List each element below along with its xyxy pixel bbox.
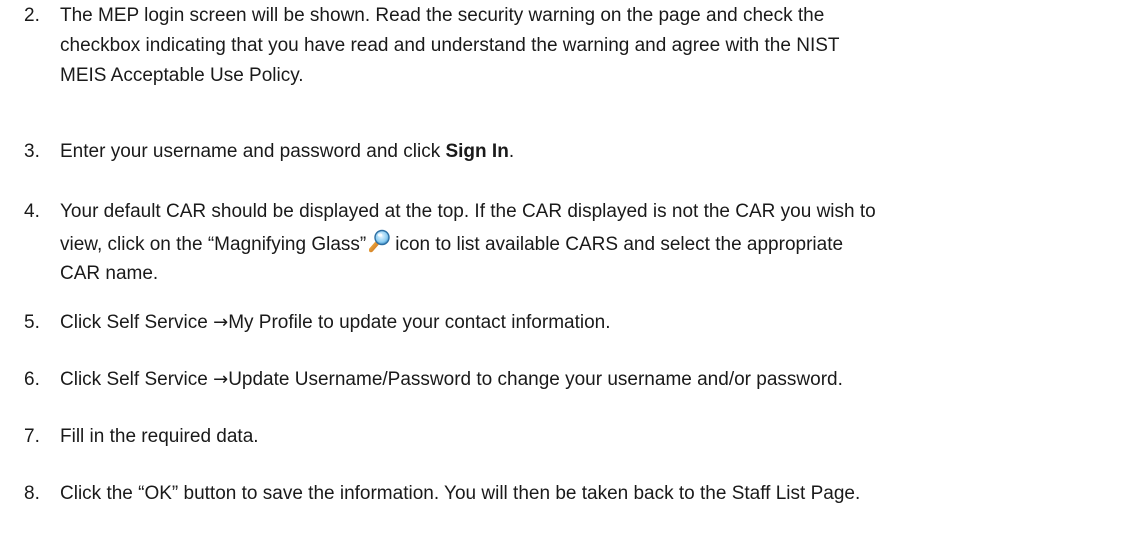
step-number: 7.	[24, 426, 40, 447]
magnifying-glass-icon	[368, 229, 391, 253]
step-text-line: checkbox indicating that you have read a…	[60, 35, 840, 56]
step-5: 5. Click Self Service →My Profile to upd…	[24, 309, 1134, 337]
step-text-pre: view, click on the “Magnifying Glass”	[60, 234, 367, 255]
step-3: 3. Enter your username and password and …	[24, 138, 1134, 166]
step-text-line: CAR name.	[60, 263, 159, 284]
step-text-post: My Profile to update your contact inform…	[228, 312, 611, 333]
step-text-line: The MEP login screen will be shown. Read…	[60, 5, 825, 26]
step-text-post: icon to list available CARS and select t…	[395, 234, 844, 255]
step-number: 4.	[24, 201, 40, 222]
step-number: 5.	[24, 312, 40, 333]
step-text-pre: Click Self Service	[60, 369, 214, 390]
right-arrow-icon: →	[213, 312, 229, 333]
step-number: 2.	[24, 5, 40, 26]
step-text: Fill in the required data.	[60, 426, 259, 447]
step-text-line: view, click on the “Magnifying Glass” ic	[60, 229, 1134, 259]
step-text-post: .	[508, 141, 515, 162]
sign-in-label: Sign In	[445, 141, 509, 162]
step-text-post: Update Username/Password to change your …	[228, 369, 843, 390]
step-number: 3.	[24, 141, 40, 162]
step-number: 8.	[24, 483, 40, 504]
step-text: Click Self Service →Update Username/Pass…	[60, 366, 1134, 394]
step-text-line: MEIS Acceptable Use Policy.	[60, 65, 304, 86]
step-text: Click Self Service →My Profile to update…	[60, 309, 1134, 337]
right-arrow-icon: →	[213, 369, 229, 390]
step-number: 6.	[24, 369, 40, 390]
step-text-line: Your default CAR should be displayed at …	[60, 201, 876, 222]
step-2: 2. The MEP login screen will be shown. R…	[24, 2, 1134, 90]
step-text: Click the “OK” button to save the inform…	[60, 483, 861, 504]
step-7: 7. Fill in the required data.	[24, 423, 1134, 451]
step-text: Enter your username and password and cli…	[60, 138, 1134, 166]
step-4: 4. Your default CAR should be displayed …	[24, 198, 1134, 288]
step-6: 6. Click Self Service →Update Username/P…	[24, 366, 1134, 394]
step-text-pre: Enter your username and password and cli…	[60, 141, 446, 162]
step-text-pre: Click Self Service	[60, 312, 214, 333]
step-8: 8. Click the “OK” button to save the inf…	[24, 480, 1134, 508]
